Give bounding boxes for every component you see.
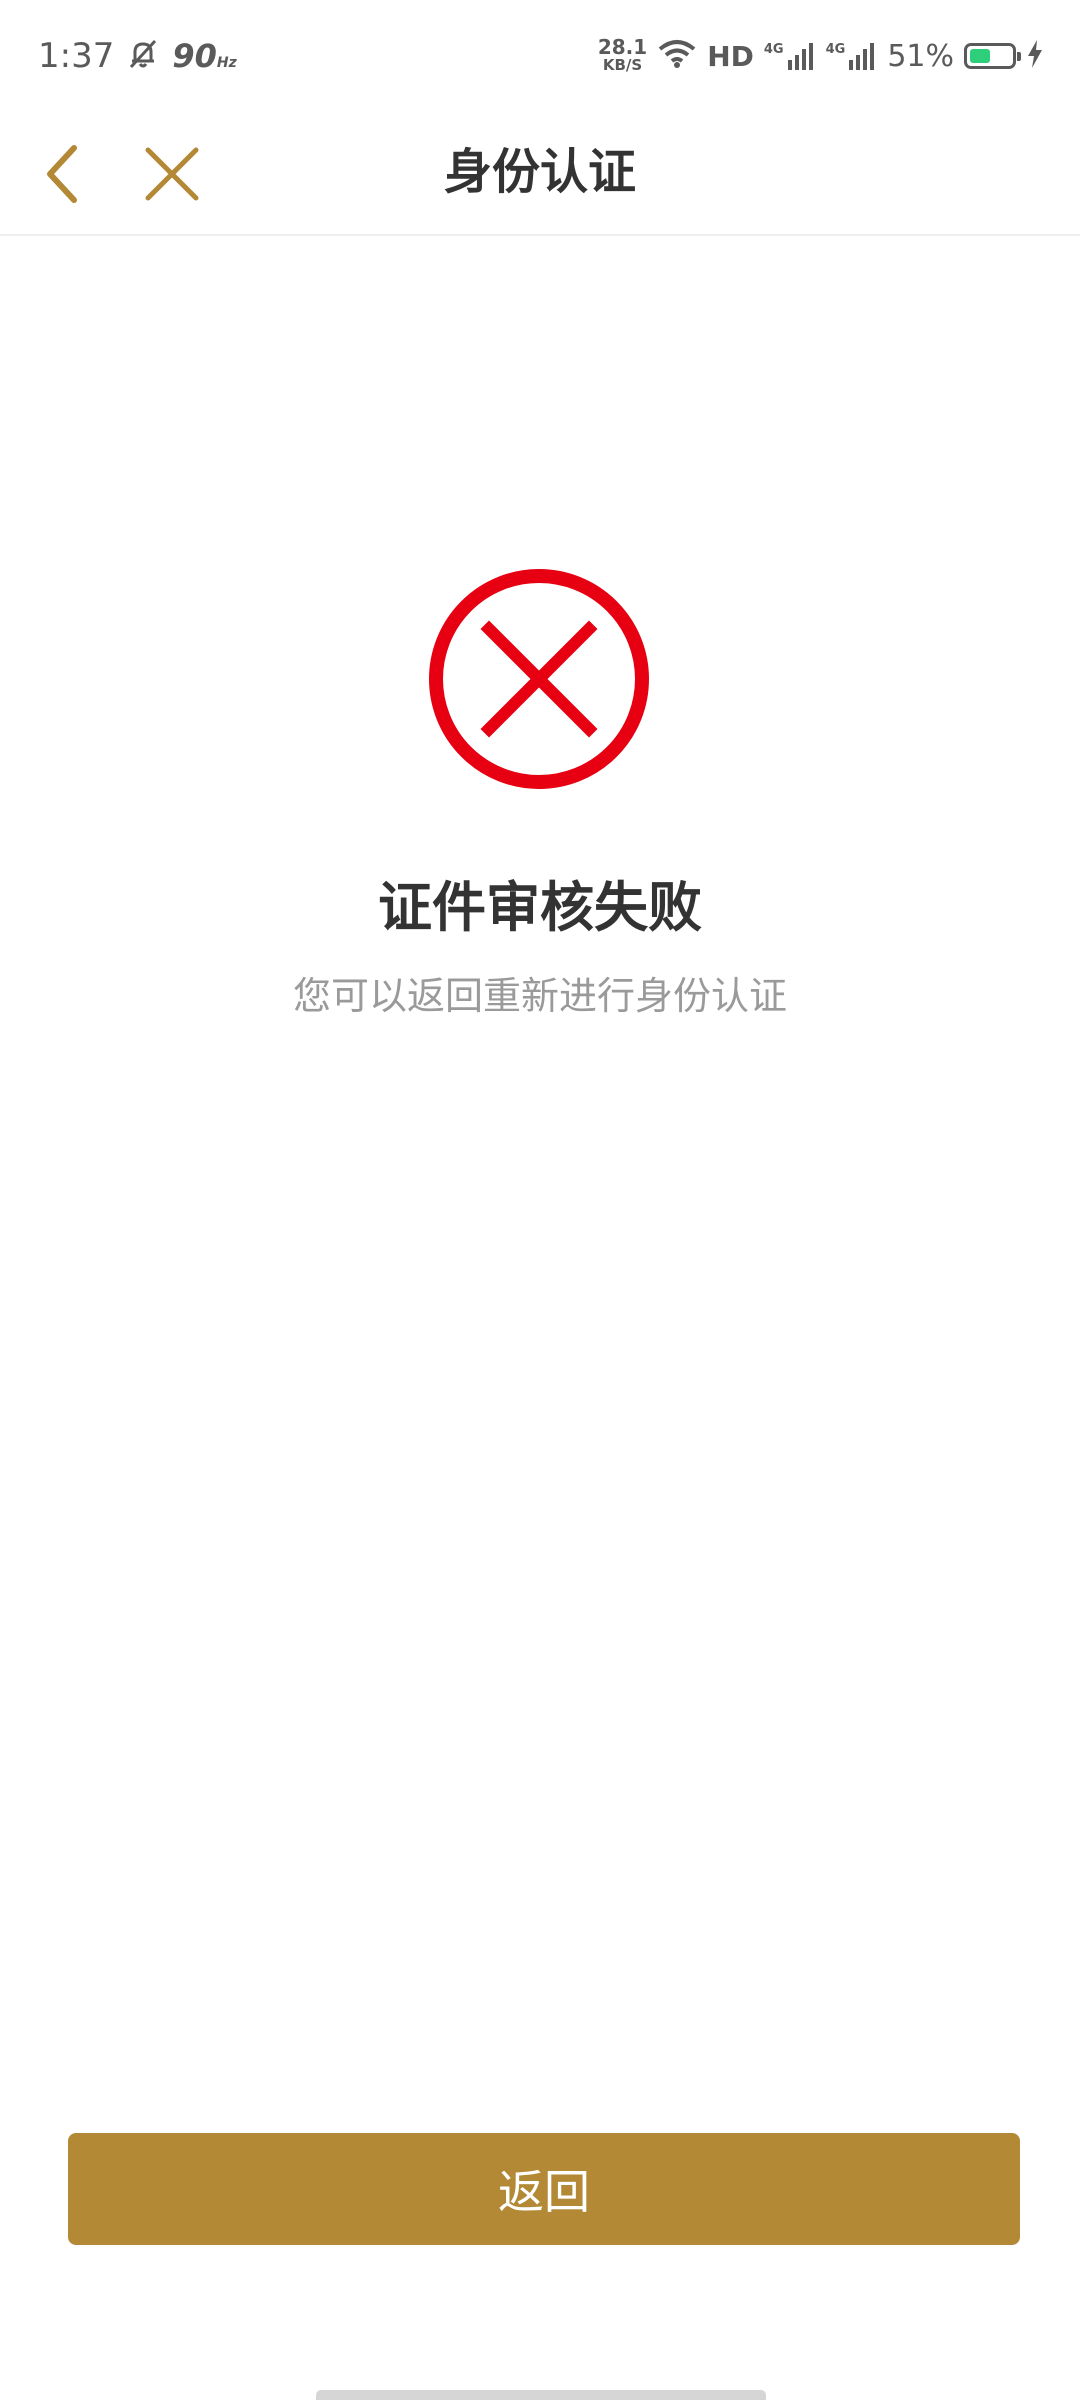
page-title: 身份认证 — [443, 144, 636, 200]
result-subtitle: 您可以返回重新进行身份认证 — [292, 974, 787, 1018]
status-time: 1:37 — [38, 36, 115, 76]
signal-icon: 4G — [764, 42, 816, 70]
screen: 1:37 90Hz 28.1 KB/S HD 4G 4G 51% 身份认证 证件… — [0, 0, 1080, 2400]
home-indicator[interactable] — [316, 2390, 766, 2400]
refresh-rate: 90Hz — [172, 37, 237, 75]
charging-icon — [1026, 39, 1044, 73]
wifi-icon — [657, 37, 697, 75]
nav-bar: 身份认证 — [0, 110, 1080, 236]
battery-percent: 51% — [887, 38, 954, 74]
result-title: 证件审核失败 — [378, 876, 702, 939]
battery-fill — [970, 49, 990, 63]
error-circle-icon — [429, 569, 649, 789]
return-button-label: 返回 — [498, 2165, 590, 2219]
mute-bell-icon — [126, 37, 160, 75]
status-right: 28.1 KB/S HD 4G 4G 51% — [598, 30, 1044, 82]
return-button[interactable]: 返回 — [68, 2133, 1020, 2245]
status-bar: 1:37 90Hz 28.1 KB/S HD 4G 4G 51% — [0, 0, 1080, 110]
network-speed: 28.1 KB/S — [597, 35, 648, 74]
signal-icon: 4G — [826, 42, 878, 70]
battery-icon — [964, 43, 1021, 69]
status-left: 1:37 90Hz — [38, 30, 237, 82]
hd-label: HD — [707, 39, 754, 73]
